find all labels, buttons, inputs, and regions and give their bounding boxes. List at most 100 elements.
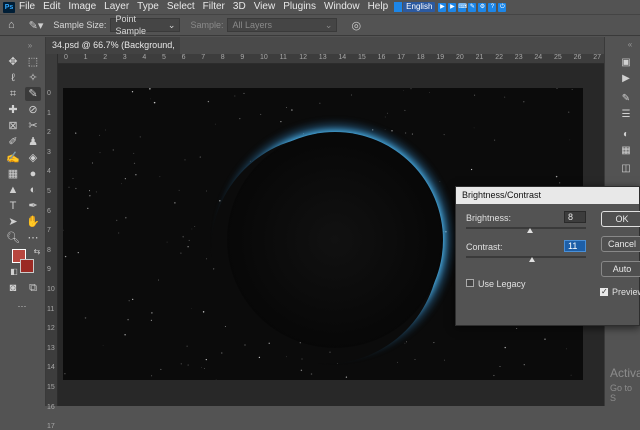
microphone-icon[interactable] bbox=[394, 2, 403, 12]
menu-file[interactable]: File bbox=[15, 0, 39, 14]
menu-window[interactable]: Window bbox=[320, 0, 364, 14]
eyedropper-tool-icon[interactable]: ✎ bbox=[25, 87, 41, 101]
contrast-slider-handle[interactable] bbox=[529, 257, 535, 262]
screen-mode-icon[interactable]: ⧉ bbox=[25, 281, 41, 295]
ruler-tick-label: 0 bbox=[47, 90, 51, 97]
play-icon[interactable]: ▶ bbox=[448, 2, 457, 12]
ruler-tick-label: 8 bbox=[220, 54, 225, 61]
quick-mask-icon[interactable]: ◙ bbox=[5, 281, 21, 295]
ruler-tick-label: 5 bbox=[47, 188, 51, 195]
actions-panel-icon[interactable]: ▶ bbox=[619, 73, 633, 85]
collapse-icon[interactable]: « bbox=[623, 39, 637, 51]
background-color-swatch[interactable] bbox=[20, 259, 34, 273]
home-icon[interactable]: ⌂ bbox=[8, 19, 15, 31]
eyedropper-preset-icon[interactable]: ✎▾ bbox=[29, 19, 44, 32]
preview-checkbox[interactable] bbox=[600, 287, 608, 296]
ruler-tick-label: 1 bbox=[83, 54, 88, 61]
ok-button[interactable]: OK bbox=[601, 211, 640, 227]
menu-image[interactable]: Image bbox=[64, 0, 100, 14]
document-tab[interactable]: 34.psd @ 66.7% (Background, RGB/8) * × bbox=[46, 37, 180, 67]
swap-colors-icon[interactable]: ⇆ bbox=[29, 245, 45, 259]
menu-edit[interactable]: Edit bbox=[39, 0, 64, 14]
clone-stamp-tool-icon[interactable]: ♟ bbox=[25, 135, 41, 149]
menu-filter[interactable]: Filter bbox=[199, 0, 229, 14]
ruler-tick-label: 3 bbox=[47, 148, 51, 156]
hand-tool-icon[interactable]: ✋ bbox=[25, 215, 41, 229]
crop-tool-icon[interactable]: ⌗ bbox=[5, 87, 21, 101]
preview-label: Preview bbox=[612, 287, 640, 297]
contrast-input[interactable]: 11 bbox=[564, 240, 586, 252]
patch-tool-icon[interactable]: ⊘ bbox=[25, 103, 41, 117]
collapse-icon[interactable]: » bbox=[22, 39, 38, 53]
play-icon[interactable]: ▶ bbox=[438, 2, 447, 12]
ruler-tick-label: 7 bbox=[47, 227, 51, 235]
menu-type[interactable]: Type bbox=[133, 0, 163, 14]
sample-size-label: Sample Size: bbox=[53, 20, 107, 30]
ruler-tick-label: 27 bbox=[593, 54, 601, 61]
keyboard-icon[interactable]: ⌨ bbox=[458, 2, 467, 12]
menu-help[interactable]: Help bbox=[364, 0, 393, 14]
frame-tool-icon[interactable]: ⊠ bbox=[5, 119, 21, 133]
zoom-tool-icon[interactable]: 🔍︎ bbox=[5, 231, 21, 245]
sample-size-select[interactable]: Point Sample ⌄ bbox=[110, 14, 181, 36]
help-icon[interactable]: ? bbox=[488, 2, 497, 12]
menu-select[interactable]: Select bbox=[163, 0, 199, 14]
blur-tool-icon[interactable]: ● bbox=[25, 167, 41, 181]
sample-select[interactable]: All Layers ⌄ bbox=[227, 18, 338, 32]
history-panel-icon[interactable]: ▣ bbox=[619, 57, 633, 69]
power-icon[interactable]: ⏻ bbox=[498, 2, 507, 12]
cancel-button[interactable]: Cancel bbox=[601, 236, 640, 252]
dodge-tool-icon[interactable]: ▲ bbox=[5, 183, 21, 197]
brightness-slider-handle[interactable] bbox=[526, 228, 533, 233]
lasso-tool-icon[interactable]: ℓ bbox=[5, 71, 21, 85]
sampling-ring-icon[interactable]: ◎ bbox=[351, 19, 361, 32]
edit-toolbar-icon[interactable]: ··· bbox=[14, 299, 30, 313]
ruler-tick-label: 26 bbox=[573, 54, 582, 61]
type-tool-icon[interactable]: T bbox=[5, 199, 21, 213]
default-colors-icon[interactable]: ◧ bbox=[6, 265, 22, 279]
tab-strip bbox=[180, 37, 604, 54]
gradient-tool-icon[interactable]: ▦ bbox=[5, 167, 21, 181]
adjustments-panel-icon[interactable]: ☰ bbox=[619, 109, 633, 121]
ruler-tick-label: 15 bbox=[358, 54, 366, 61]
brightness-input[interactable]: 8 bbox=[564, 211, 586, 223]
ruler-tick-label: 2 bbox=[47, 129, 51, 137]
history-brush-tool-icon[interactable]: ✍ bbox=[5, 151, 21, 165]
ruler-tick-label: 13 bbox=[318, 54, 327, 61]
eraser-tool-icon[interactable]: ◈ bbox=[25, 151, 41, 165]
slice-tool-icon[interactable]: ✂ bbox=[25, 119, 41, 133]
ruler-tick-label: 14 bbox=[47, 364, 55, 372]
brush-tool-icon[interactable]: ✐ bbox=[5, 135, 21, 149]
menu-plugins[interactable]: Plugins bbox=[279, 0, 320, 14]
magic-wand-tool-icon[interactable]: ✧ bbox=[25, 71, 41, 85]
activation-watermark: Activa bbox=[610, 366, 640, 380]
move-tool-icon[interactable]: ✥ bbox=[5, 55, 21, 69]
ruler-tick-label: 13 bbox=[47, 344, 55, 352]
healing-brush-tool-icon[interactable]: ✚ bbox=[5, 103, 21, 117]
dialog-title[interactable]: Brightness/Contrast bbox=[456, 187, 639, 204]
ruler-tick-label: 2 bbox=[103, 54, 108, 61]
menu-layer[interactable]: Layer bbox=[100, 0, 133, 14]
ruler-tick-label: 10 bbox=[47, 286, 55, 293]
contrast-label: Contrast: bbox=[466, 242, 503, 252]
contrast-slider-track[interactable] bbox=[466, 256, 586, 258]
pen-tool-icon[interactable]: ✒ bbox=[25, 199, 41, 213]
path-selection-tool-icon[interactable]: ➤ bbox=[5, 215, 21, 229]
menu-3d[interactable]: 3D bbox=[229, 0, 250, 14]
layers-panel-icon[interactable]: ◫ bbox=[619, 163, 633, 175]
marquee-tool-icon[interactable]: ⬚ bbox=[25, 55, 41, 69]
ruler-horizontal: 0 1 2 3 4 5 6 7 8 9 10 11 12 13 14 15 16 17 18 19 20 21 22 23 24… bbox=[58, 54, 604, 64]
brightness-label: Brightness: bbox=[466, 213, 512, 223]
swatches-panel-icon[interactable]: ▦ bbox=[619, 145, 633, 157]
use-legacy-checkbox[interactable] bbox=[466, 279, 474, 287]
pencil-icon[interactable]: ✎ bbox=[468, 2, 477, 12]
settings-icon[interactable]: ⚙ bbox=[478, 2, 487, 12]
tools-panel: » ✥ ⬚ ℓ ✧ ⌗ ✎ ✚ ⊘ ⊠ ✂ ✐ ♟ ✍ ◈ ▦ ● ▲ ◐ T … bbox=[0, 37, 46, 406]
color-panel-icon[interactable]: ◐ bbox=[619, 129, 633, 141]
brushes-panel-icon[interactable]: ✎ bbox=[619, 93, 633, 105]
menu-view[interactable]: View bbox=[250, 0, 280, 14]
language-indicator[interactable]: English bbox=[403, 2, 436, 12]
burn-tool-icon[interactable]: ◐ bbox=[25, 183, 41, 197]
auto-button[interactable]: Auto bbox=[601, 261, 640, 277]
more-tools-icon[interactable]: ⋯ bbox=[25, 231, 41, 245]
